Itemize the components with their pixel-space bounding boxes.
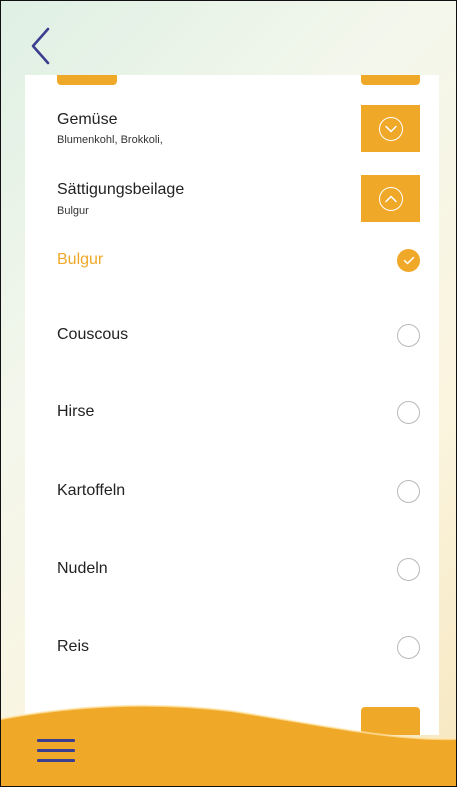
option-label: Reis bbox=[57, 638, 90, 655]
chevron-down-circle-icon bbox=[378, 116, 403, 141]
option-bulgur[interactable]: Bulgur bbox=[25, 233, 439, 293]
chevron-left-icon bbox=[31, 27, 50, 65]
option-kartoffeln[interactable]: Kartoffeln bbox=[25, 464, 439, 524]
section-subtitle: Blumenkohl, Brokkoli, bbox=[57, 134, 163, 146]
option-reis[interactable]: Reis bbox=[25, 620, 439, 680]
radio-unchecked-icon[interactable] bbox=[397, 558, 420, 581]
chevron-up-circle-icon bbox=[378, 186, 403, 211]
option-couscous[interactable]: Couscous bbox=[25, 308, 439, 368]
radio-unchecked-icon[interactable] bbox=[397, 480, 420, 503]
radio-checked-icon[interactable] bbox=[397, 249, 420, 272]
option-label: Hirse bbox=[57, 403, 95, 420]
top-bar bbox=[1, 1, 456, 76]
radio-unchecked-icon[interactable] bbox=[397, 636, 420, 659]
option-label: Bulgur bbox=[57, 251, 104, 268]
radio-unchecked-icon[interactable] bbox=[397, 324, 420, 347]
previous-item-stub bbox=[57, 75, 117, 85]
radio-unchecked-icon[interactable] bbox=[397, 401, 420, 424]
option-label: Kartoffeln bbox=[57, 482, 126, 499]
back-button[interactable] bbox=[23, 21, 57, 71]
collapse-toggle-button[interactable] bbox=[361, 175, 420, 222]
selection-card: Gemüse Blumenkohl, Brokkoli, Sättigungsb… bbox=[25, 75, 439, 735]
section-gemuese[interactable]: Gemüse Blumenkohl, Brokkoli, bbox=[25, 105, 439, 157]
section-saettigungsbeilage[interactable]: Sättigungsbeilage Bulgur bbox=[25, 175, 439, 227]
hamburger-menu-icon[interactable] bbox=[37, 739, 77, 767]
section-subtitle: Bulgur bbox=[57, 205, 89, 217]
option-label: Nudeln bbox=[57, 560, 108, 577]
option-nudeln[interactable]: Nudeln bbox=[25, 542, 439, 602]
section-title: Sättigungsbeilage bbox=[57, 181, 185, 198]
option-hirse[interactable]: Hirse bbox=[25, 385, 439, 445]
option-label: Couscous bbox=[57, 326, 129, 343]
section-title: Gemüse bbox=[57, 111, 118, 128]
previous-toggle-stub bbox=[361, 75, 420, 85]
app-screen: Gemüse Blumenkohl, Brokkoli, Sättigungsb… bbox=[0, 0, 457, 787]
expand-toggle-button[interactable] bbox=[361, 105, 420, 152]
